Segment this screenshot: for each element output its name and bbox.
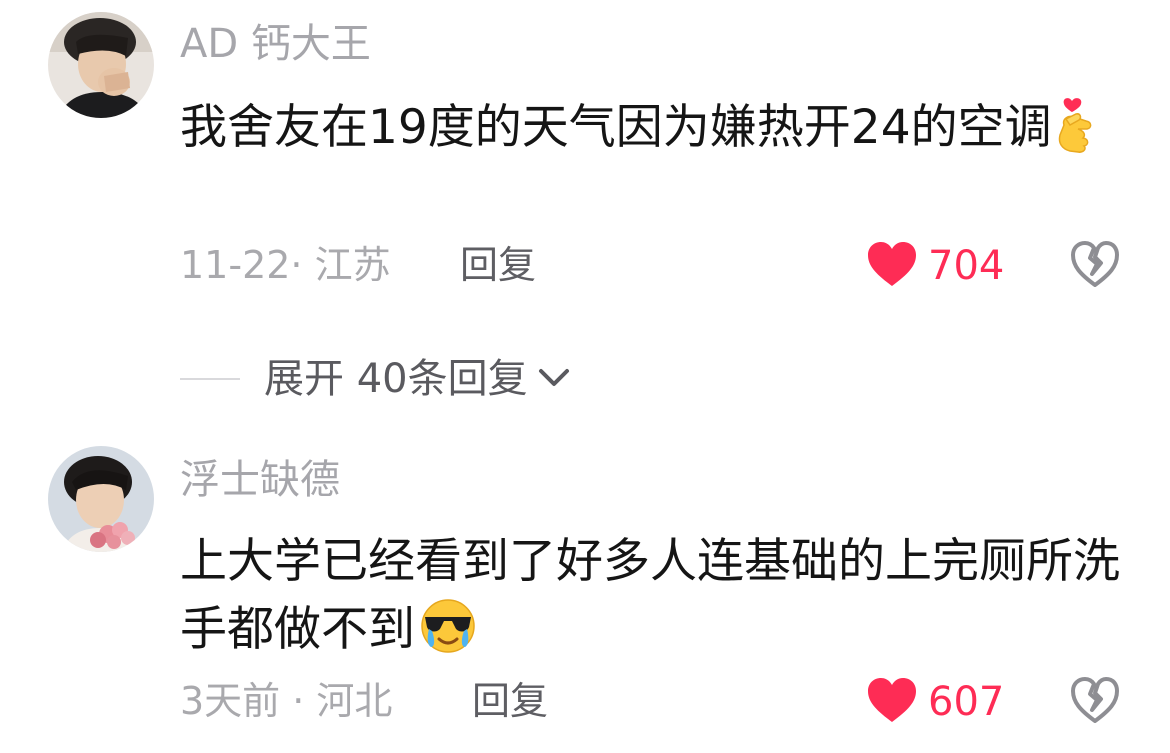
expand-replies-button[interactable]: 展开 40条回复 (180, 354, 572, 404)
expand-replies-label: 展开 40条回复 (264, 356, 528, 402)
like-count: 704 (928, 243, 1005, 289)
broken-heart-icon (1070, 677, 1120, 728)
comment-meta: 3天前 · 河北 (180, 679, 393, 723)
like-button[interactable]: 704 (866, 240, 1004, 292)
reply-button[interactable]: 回复 (460, 246, 536, 284)
username[interactable]: AD 钙大王 (180, 24, 371, 64)
dislike-button[interactable] (1070, 240, 1120, 292)
like-count: 607 (928, 679, 1005, 725)
comment-meta: 11-22· 江苏 (180, 243, 391, 287)
comment-text-content: 我舍友在19度的天气因为嫌热开24的空调 (180, 100, 1052, 155)
chevron-down-icon (536, 365, 572, 393)
like-button[interactable]: 607 (866, 676, 1004, 728)
avatar[interactable] (48, 12, 154, 118)
comment-text: 我舍友在19度的天气因为嫌热开24的空调 (180, 94, 1120, 172)
broken-heart-icon (1070, 241, 1120, 292)
sunglasses-crying-icon (419, 597, 477, 674)
reply-button[interactable]: 回复 (472, 682, 548, 720)
avatar-image (48, 12, 154, 118)
heart-icon (866, 240, 918, 292)
username[interactable]: 浮士缺德 (180, 460, 340, 500)
dislike-button[interactable] (1070, 676, 1120, 728)
avatar[interactable] (48, 446, 154, 552)
finger-heart-icon (1056, 95, 1102, 172)
comment-text: 上大学已经看到了好多人连基础的上完厕所洗手都做不到 (180, 528, 1120, 674)
avatar-image (48, 446, 154, 552)
divider-line (180, 378, 240, 380)
heart-icon (866, 676, 918, 728)
comment-text-content: 上大学已经看到了好多人连基础的上完厕所洗手都做不到 (180, 534, 1120, 657)
